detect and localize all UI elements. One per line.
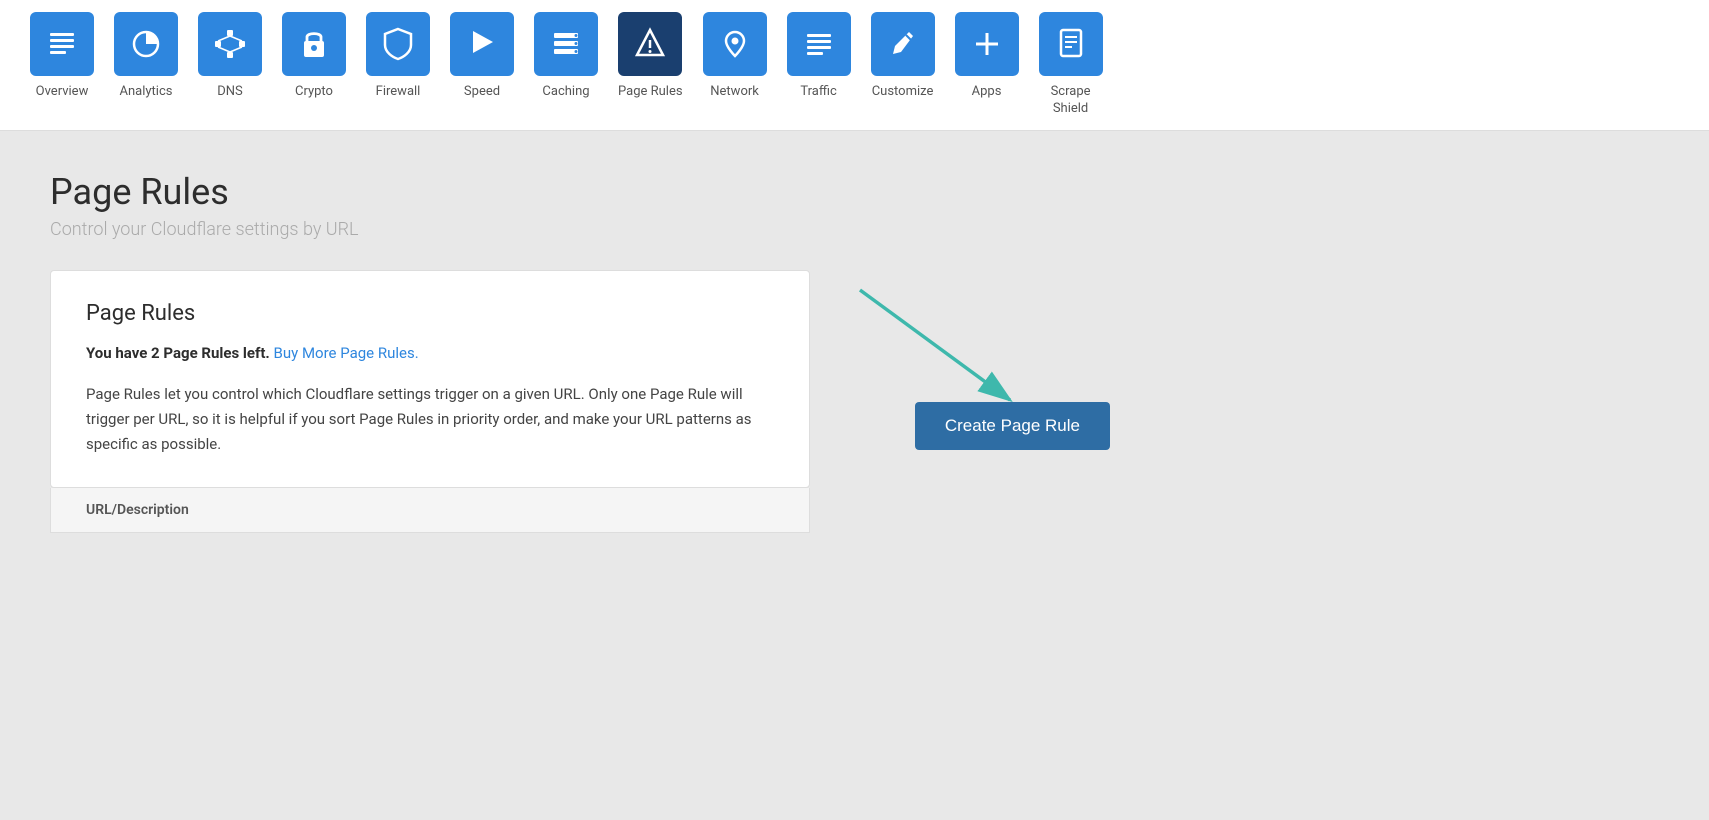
nav-label-traffic: Traffic [800, 84, 836, 101]
page-rules-card: Page Rules You have 2 Page Rules left. B… [50, 270, 810, 488]
buy-more-link[interactable]: Buy More Page Rules. [274, 344, 419, 362]
overview-icon [30, 12, 94, 76]
nav-label-speed: Speed [464, 84, 500, 101]
create-page-rule-button[interactable]: Create Page Rule [915, 402, 1110, 450]
nav-label-network: Network [710, 84, 759, 101]
crypto-icon [282, 12, 346, 76]
nav-item-scrape-shield[interactable]: ScrapeShield [1029, 12, 1113, 130]
nav-item-caching[interactable]: Caching [524, 12, 608, 113]
page-subtitle: Control your Cloudflare settings by URL [50, 219, 1659, 240]
nav-item-traffic[interactable]: Traffic [777, 12, 861, 113]
nav-label-caching: Caching [542, 84, 589, 101]
nav-label-scrape-shield: ScrapeShield [1051, 84, 1091, 118]
top-navigation: Overview Analytics DNS [0, 0, 1709, 131]
rules-remaining-text: You have 2 Page Rules left. [86, 344, 270, 362]
analytics-icon [114, 12, 178, 76]
table-header: URL/Description [50, 488, 810, 533]
firewall-icon [366, 12, 430, 76]
nav-label-crypto: Crypto [295, 84, 333, 101]
nav-item-overview[interactable]: Overview [20, 12, 104, 113]
apps-icon [955, 12, 1019, 76]
nav-item-crypto[interactable]: Crypto [272, 12, 356, 113]
nav-label-apps: Apps [972, 84, 1002, 101]
nav-item-firewall[interactable]: Firewall [356, 12, 440, 113]
card-description: Page Rules let you control which Cloudfl… [86, 382, 774, 456]
scrape-shield-icon [1039, 12, 1103, 76]
nav-item-apps[interactable]: Apps [945, 12, 1029, 113]
nav-item-page-rules[interactable]: Page Rules [608, 12, 693, 113]
page-content: Page Rules Control your Cloudflare setti… [0, 131, 1709, 563]
nav-label-firewall: Firewall [376, 84, 421, 101]
nav-label-customize: Customize [872, 84, 934, 101]
customize-icon [871, 12, 935, 76]
nav-item-network[interactable]: Network [693, 12, 777, 113]
main-layout: Page Rules You have 2 Page Rules left. B… [50, 270, 1659, 488]
nav-item-dns[interactable]: DNS [188, 12, 272, 113]
nav-item-customize[interactable]: Customize [861, 12, 945, 113]
nav-item-speed[interactable]: Speed [440, 12, 524, 113]
card-rules-info: You have 2 Page Rules left. Buy More Pag… [86, 342, 774, 365]
arrow-container: Create Page Rule [830, 270, 1130, 450]
nav-label-page-rules: Page Rules [618, 84, 683, 101]
dns-icon [198, 12, 262, 76]
nav-label-overview: Overview [36, 84, 89, 101]
nav-label-dns: DNS [217, 84, 243, 101]
speed-icon [450, 12, 514, 76]
page-rules-icon [618, 12, 682, 76]
traffic-icon [787, 12, 851, 76]
network-icon [703, 12, 767, 76]
right-panel: Create Page Rule [810, 270, 1130, 470]
page-title: Page Rules [50, 171, 1659, 213]
nav-item-analytics[interactable]: Analytics [104, 12, 188, 113]
card-title: Page Rules [86, 301, 774, 326]
url-description-column: URL/Description [86, 502, 189, 518]
nav-label-analytics: Analytics [120, 84, 173, 101]
caching-icon [534, 12, 598, 76]
